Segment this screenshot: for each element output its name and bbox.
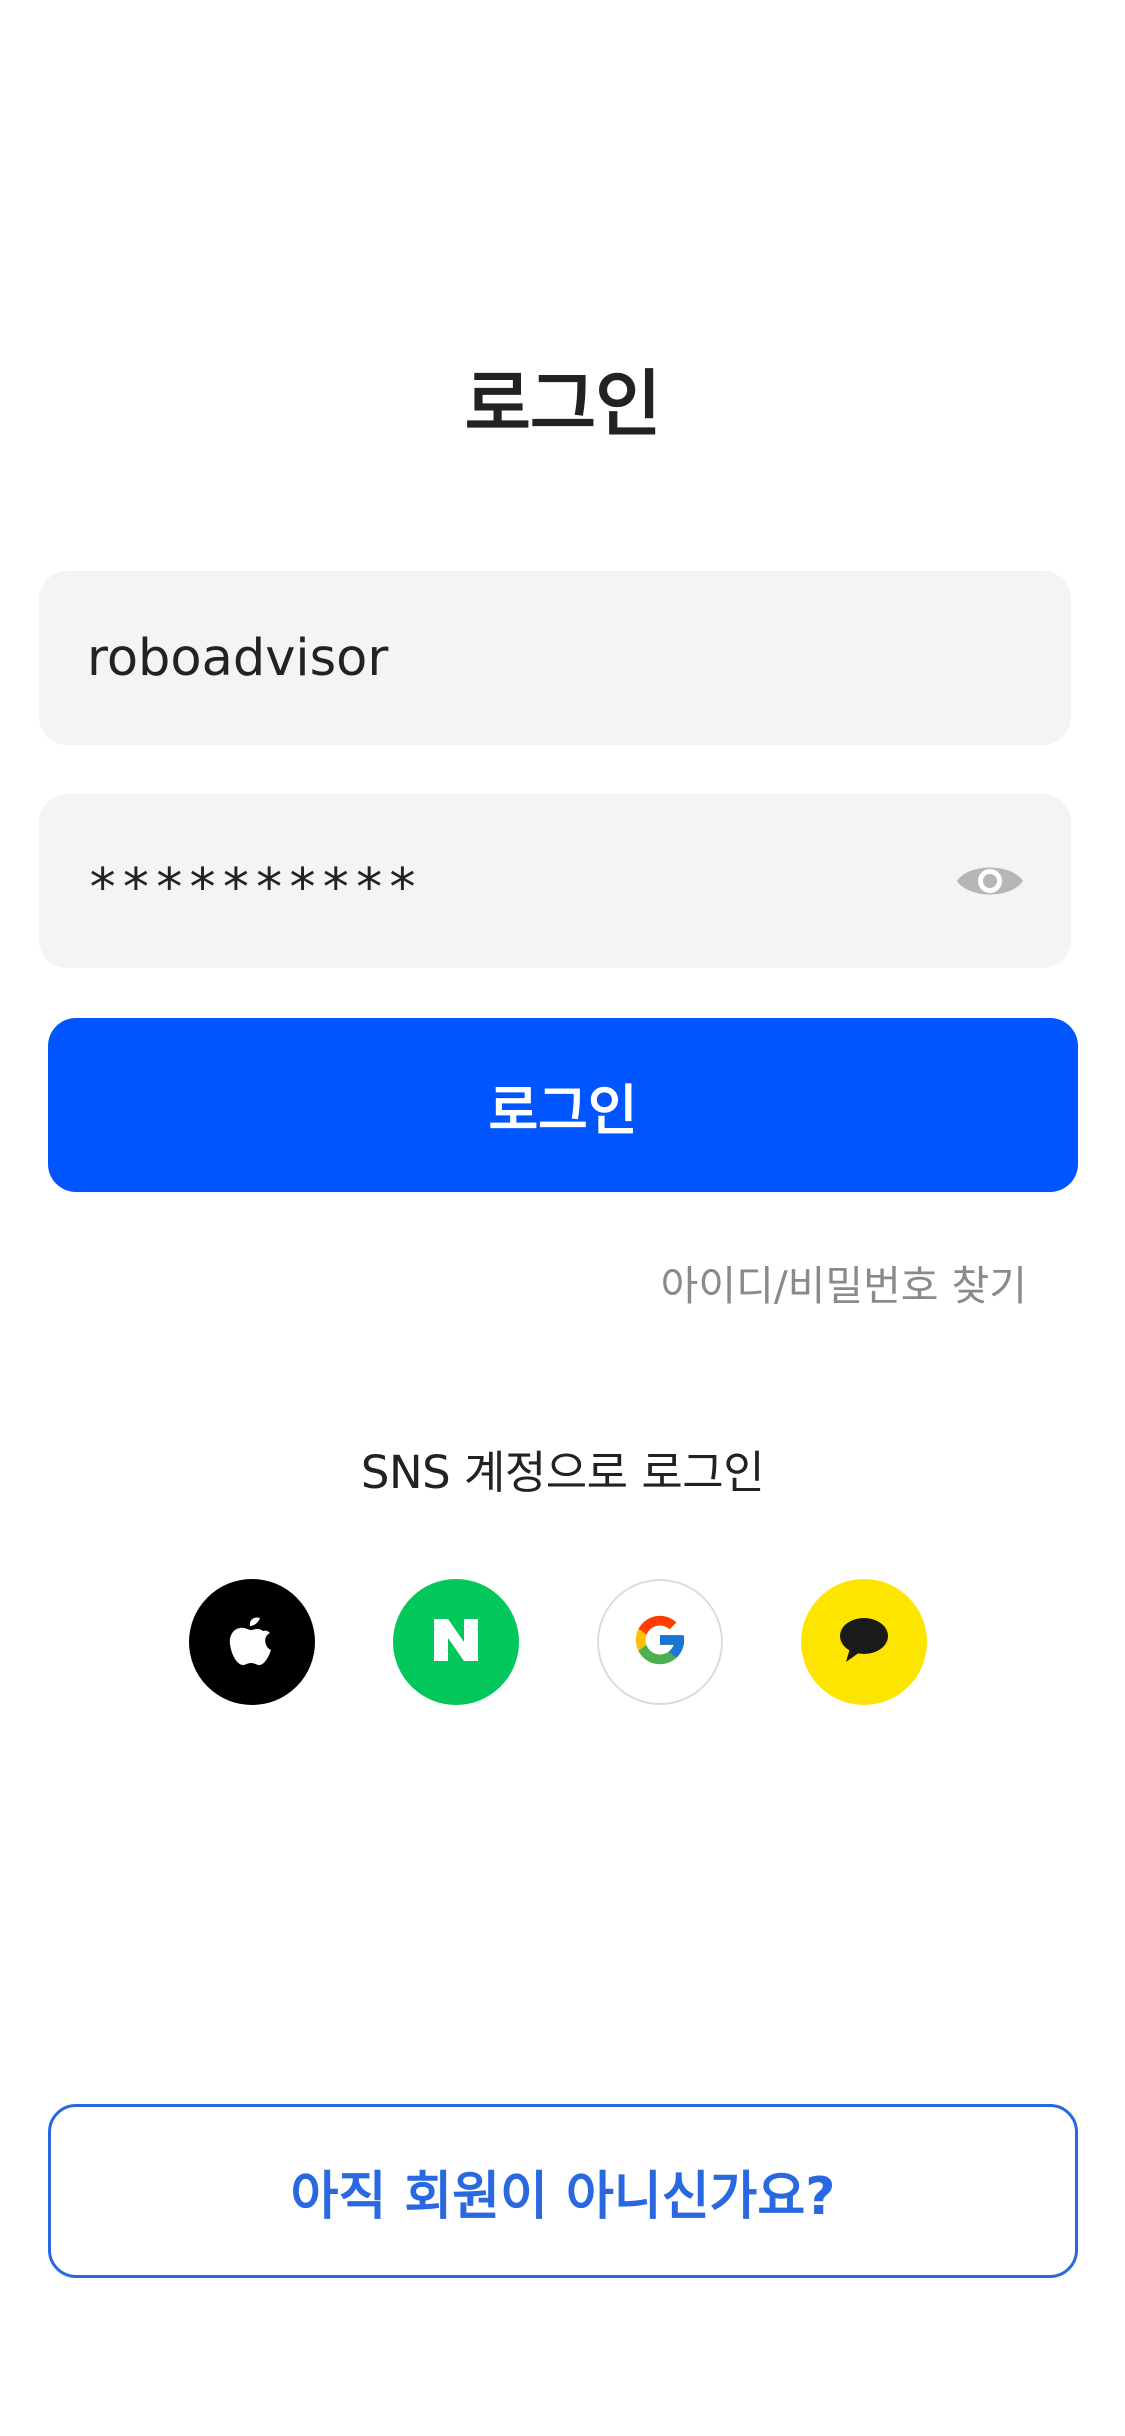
password-field-container[interactable]	[39, 794, 1071, 968]
find-account-link[interactable]: 아이디/비밀번호 찾기	[661, 1252, 1027, 1312]
signup-button[interactable]: 아직 회원이 아니신가요?	[48, 2104, 1078, 2278]
sns-login-title: SNS 계정으로 로그인	[360, 1446, 765, 1499]
login-button[interactable]: 로그인	[48, 1018, 1078, 1192]
naver-login-button[interactable]	[393, 1579, 519, 1705]
login-screen: 로그인 로그인 아이디/비밀번호 찾기 SNS 계정으로 로그인	[0, 0, 1125, 2436]
sns-login-row	[0, 1579, 1125, 1705]
google-login-button[interactable]	[597, 1579, 723, 1705]
kakao-login-button[interactable]	[801, 1579, 927, 1705]
naver-icon	[432, 1617, 480, 1667]
password-input[interactable]	[87, 844, 1023, 918]
apple-login-button[interactable]	[189, 1579, 315, 1705]
username-field-container[interactable]	[39, 571, 1071, 745]
page-title: 로그인	[464, 362, 662, 446]
apple-icon	[227, 1612, 277, 1672]
google-icon	[631, 1611, 689, 1673]
eye-icon[interactable]	[955, 851, 1025, 911]
kakao-icon	[838, 1616, 890, 1668]
username-input[interactable]	[87, 628, 1023, 688]
